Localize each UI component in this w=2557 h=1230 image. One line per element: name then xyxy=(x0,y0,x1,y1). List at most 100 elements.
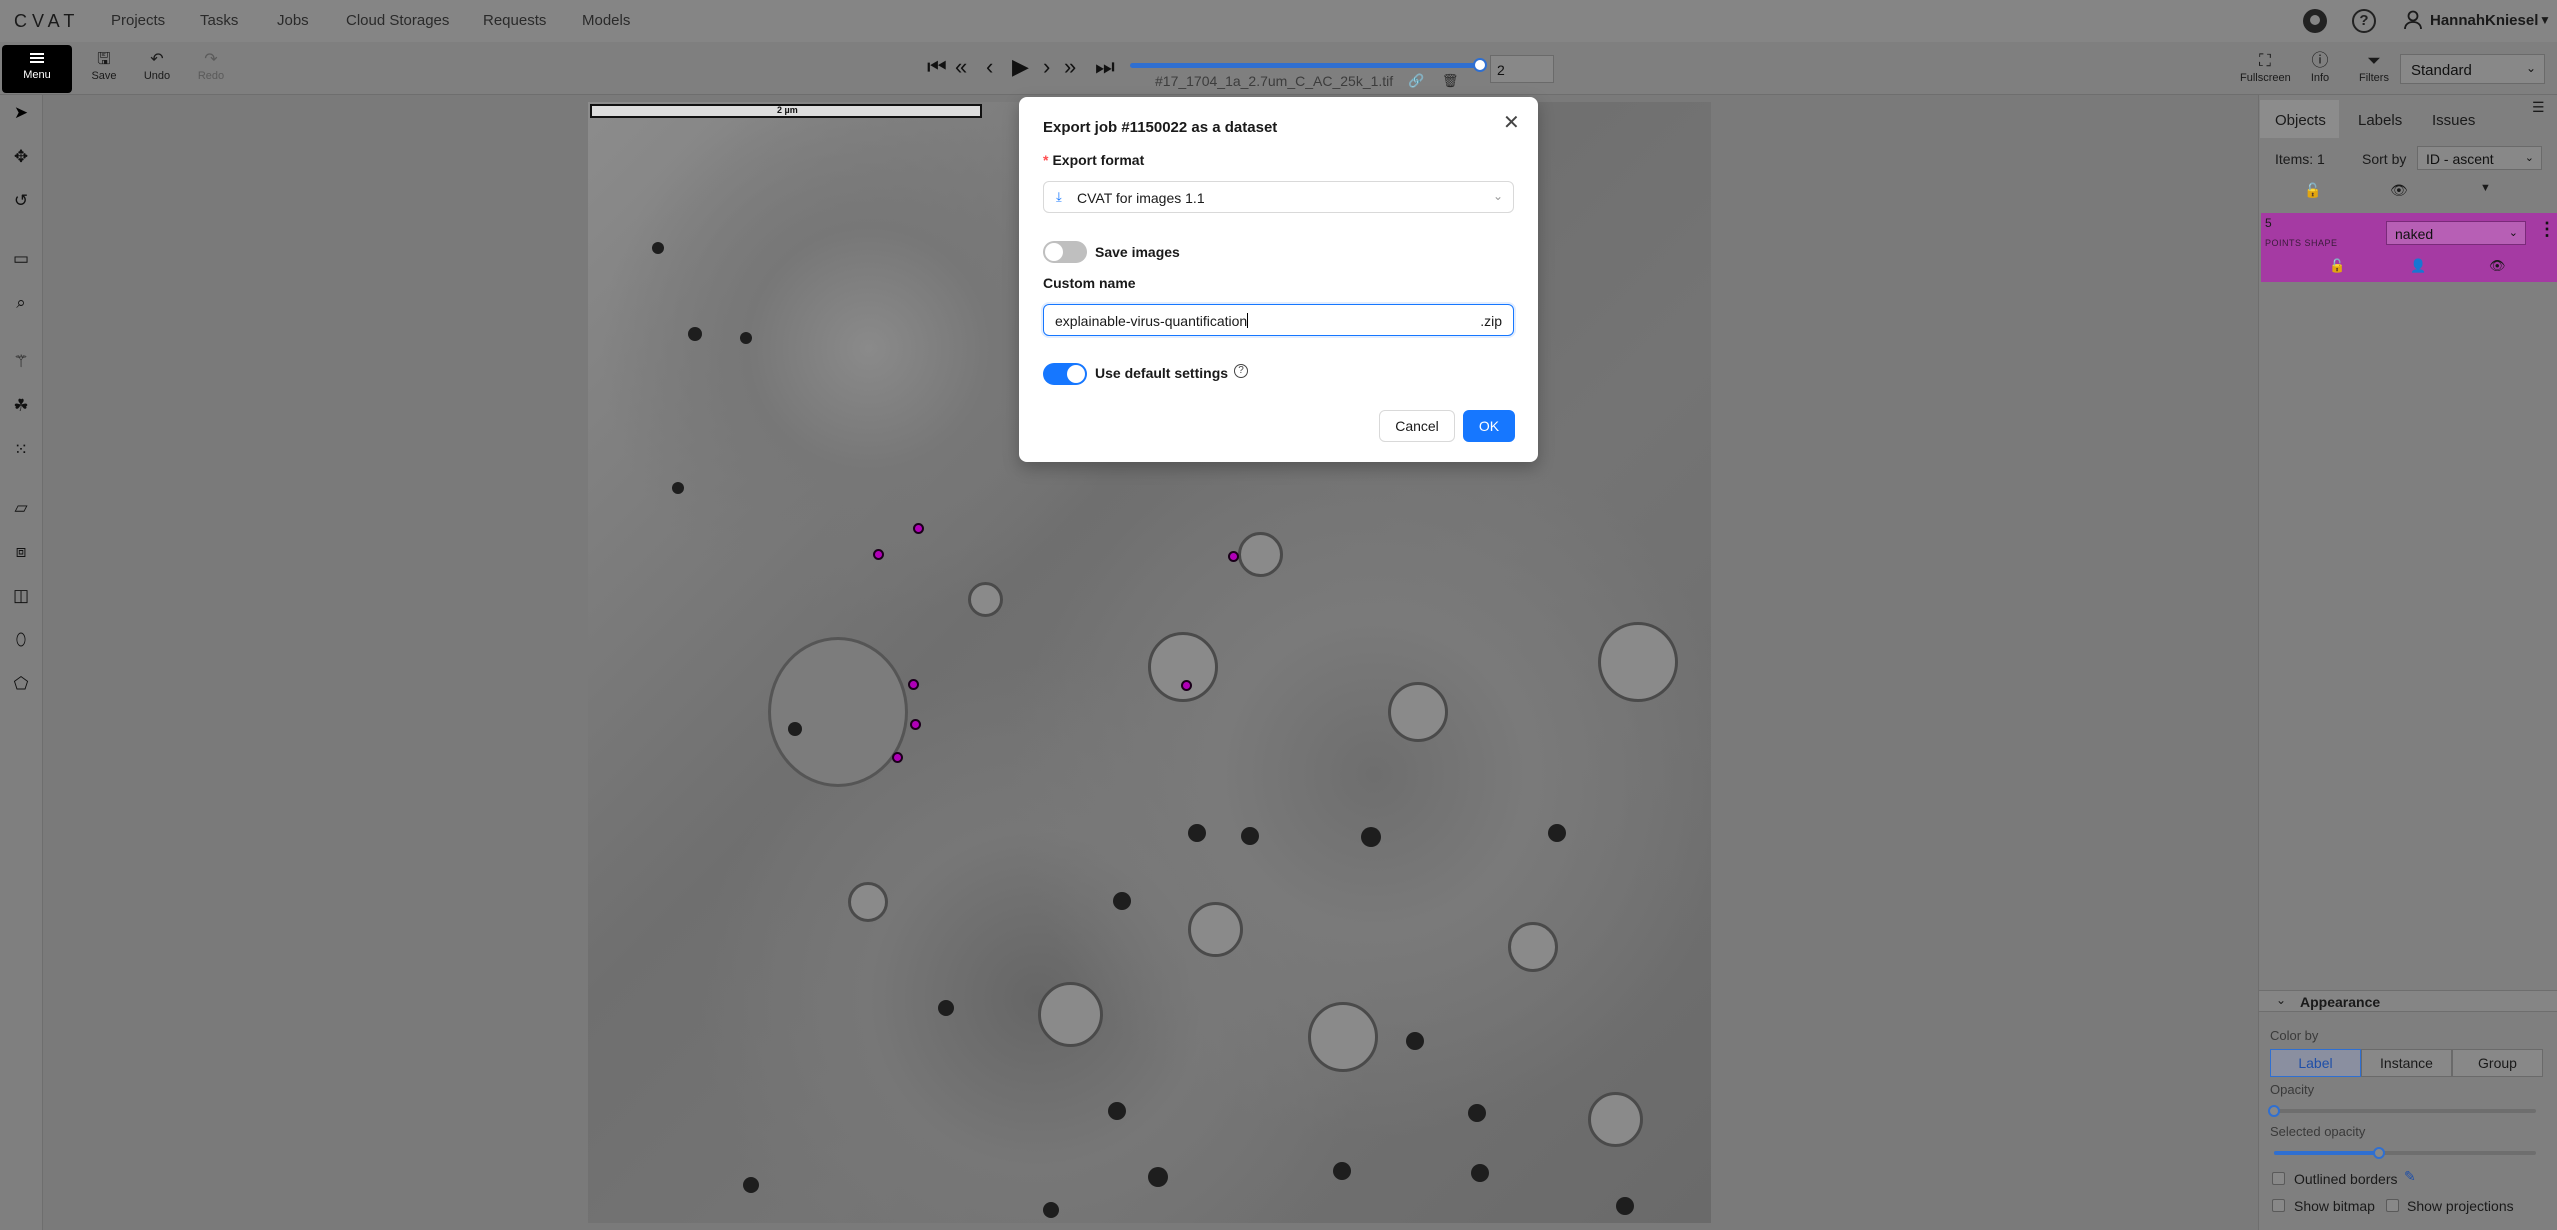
tab-issues[interactable]: Issues xyxy=(2432,112,2475,129)
draw-ellipse-icon[interactable]: ⬯ xyxy=(8,627,34,653)
delete-frame-icon[interactable]: 🗑 xyxy=(1442,73,1459,88)
rotate-icon[interactable]: ↺ xyxy=(8,188,34,214)
more-options-icon[interactable]: ⋮ xyxy=(2538,219,2556,240)
dark-particle xyxy=(1548,824,1566,842)
annotation-point[interactable] xyxy=(908,679,919,690)
nav-tasks[interactable]: Tasks xyxy=(200,12,238,29)
draw-points-icon[interactable]: ⬠ xyxy=(8,671,34,697)
question-circle-icon[interactable]: ? xyxy=(1234,364,1248,378)
show-projections-checkbox[interactable] xyxy=(2386,1199,2399,1212)
object-label-select[interactable]: naked ⌄ xyxy=(2386,221,2526,245)
workspace-mode-select[interactable]: Standard ⌄ xyxy=(2400,54,2545,84)
sort-by-label: Sort by xyxy=(2362,151,2407,167)
scale-bar-label: 2 µm xyxy=(777,105,798,115)
redo-button[interactable]: ↷ Redo xyxy=(188,50,234,82)
play-icon[interactable]: ▶ xyxy=(1012,55,1029,79)
tab-labels[interactable]: Labels xyxy=(2358,112,2402,129)
save-button[interactable]: 🖫 Save xyxy=(81,50,127,82)
object-item[interactable]: 5 POINTS SHAPE naked ⌄ ⋮ 🔓 👤 👁 xyxy=(2261,213,2557,282)
forward-step-icon[interactable]: » xyxy=(1064,55,1076,79)
next-frame-icon[interactable]: › xyxy=(1043,55,1050,79)
nav-projects[interactable]: Projects xyxy=(111,12,165,29)
undo-button[interactable]: ↶ Undo xyxy=(134,50,180,82)
last-frame-icon[interactable]: ⏭ xyxy=(1095,55,1115,79)
dark-particle xyxy=(1241,827,1259,845)
dark-particle xyxy=(788,722,802,736)
sort-select[interactable]: ID - ascent ⌄ xyxy=(2417,146,2542,170)
info-button[interactable]: ⓘ Info xyxy=(2295,50,2345,84)
color-by-instance-option[interactable]: Instance xyxy=(2361,1049,2452,1077)
object-label-value: naked xyxy=(2395,226,2434,242)
menu-button[interactable]: Menu xyxy=(2,45,72,93)
vesicle xyxy=(1588,1092,1643,1147)
outlined-borders-checkbox[interactable] xyxy=(2272,1172,2285,1185)
fullscreen-button[interactable]: ⛶ Fullscreen xyxy=(2240,50,2291,84)
backward-step-icon[interactable]: « xyxy=(955,55,967,79)
move-icon[interactable]: ✥ xyxy=(8,144,34,170)
pin-user-icon[interactable]: 👤 xyxy=(2410,258,2426,274)
opacity-slider[interactable] xyxy=(2274,1109,2536,1113)
annotation-point[interactable] xyxy=(873,549,884,560)
nav-models[interactable]: Models xyxy=(582,12,630,29)
tab-objects[interactable]: Objects xyxy=(2275,112,2326,129)
nav-cloud-storages[interactable]: Cloud Storages xyxy=(346,12,449,29)
frame-number-input[interactable]: 2 xyxy=(1490,55,1554,83)
lock-icon[interactable]: 🔓 xyxy=(2329,258,2345,274)
show-all-icon[interactable]: 👁 xyxy=(2390,182,2408,199)
ok-button[interactable]: OK xyxy=(1463,410,1515,442)
color-by-group-option[interactable]: Group xyxy=(2452,1049,2543,1077)
annotation-point[interactable] xyxy=(1228,551,1239,562)
dark-particle xyxy=(688,327,702,341)
chevron-down-icon[interactable]: ▼ xyxy=(2539,13,2551,27)
dark-particle xyxy=(1148,1167,1168,1187)
username[interactable]: HannahKniesel xyxy=(2430,12,2538,29)
download-icon: ⤓ xyxy=(1056,189,1062,204)
cursor-icon[interactable]: ➤ xyxy=(8,100,34,126)
annotation-point[interactable] xyxy=(892,752,903,763)
magic-wand-icon[interactable]: ⚚ xyxy=(8,349,34,375)
nav-jobs[interactable]: Jobs xyxy=(277,12,309,29)
use-default-settings-switch[interactable] xyxy=(1043,363,1087,385)
workspace-mode-value: Standard xyxy=(2411,62,2472,79)
user-icon[interactable] xyxy=(2404,10,2422,30)
first-frame-icon[interactable]: ⏮ xyxy=(927,55,947,79)
collapse-sidebar-icon[interactable]: ☰ xyxy=(2532,99,2545,116)
color-by-label-option[interactable]: Label xyxy=(2270,1049,2361,1077)
help-icon[interactable]: ? xyxy=(2352,9,2376,33)
link-icon[interactable]: 🔗 xyxy=(1408,73,1424,88)
expand-all-icon[interactable]: ▼ xyxy=(2480,182,2491,194)
annotation-point[interactable] xyxy=(910,719,921,730)
opacity-slider-handle[interactable] xyxy=(2268,1105,2280,1117)
annotation-point[interactable] xyxy=(1181,680,1192,691)
draw-polygon-icon[interactable]: ⧈ xyxy=(8,539,34,565)
ai-tools-icon[interactable]: ☘ xyxy=(8,393,34,419)
color-picker-icon[interactable]: ✎ xyxy=(2404,1168,2416,1185)
appearance-collapse-header[interactable]: ⌄ Appearance xyxy=(2259,990,2557,1012)
custom-name-label: Custom name xyxy=(1043,275,1136,291)
fit-image-icon[interactable]: ▭ xyxy=(8,246,34,272)
appearance-title: Appearance xyxy=(2300,994,2381,1010)
selected-opacity-slider-handle[interactable] xyxy=(2372,1147,2385,1159)
github-icon[interactable] xyxy=(2303,9,2327,33)
split-icon[interactable]: ◫ xyxy=(8,583,34,609)
frame-slider-handle[interactable] xyxy=(1473,58,1487,72)
annotation-point[interactable] xyxy=(913,523,924,534)
nav-requests[interactable]: Requests xyxy=(483,12,546,29)
save-images-switch[interactable] xyxy=(1043,241,1087,263)
unlock-all-icon[interactable]: 🔓 xyxy=(2304,182,2321,199)
zoom-region-icon[interactable]: ⌕ xyxy=(8,290,34,316)
filters-button[interactable]: ⏷ Filters xyxy=(2349,50,2399,84)
export-format-select[interactable]: ⤓ CVAT for images 1.1 ⌄ xyxy=(1043,181,1514,213)
visibility-icon[interactable]: 👁 xyxy=(2489,258,2506,274)
draw-rectangle-icon[interactable]: ▱ xyxy=(8,495,34,521)
top-navigation-bar: CVAT Projects Tasks Jobs Cloud Storages … xyxy=(0,0,2557,42)
cancel-button[interactable]: Cancel xyxy=(1379,410,1455,442)
close-icon[interactable]: ✕ xyxy=(1503,113,1520,133)
opencv-icon[interactable]: ⁙ xyxy=(8,437,34,463)
frame-slider[interactable] xyxy=(1130,63,1480,68)
show-bitmap-checkbox[interactable] xyxy=(2272,1199,2285,1212)
custom-name-input[interactable]: explainable-virus-quantification .zip xyxy=(1043,304,1514,336)
custom-name-value: explainable-virus-quantification xyxy=(1055,313,1249,329)
previous-frame-icon[interactable]: ‹ xyxy=(986,55,993,79)
cvat-logo[interactable]: CVAT xyxy=(14,11,79,32)
